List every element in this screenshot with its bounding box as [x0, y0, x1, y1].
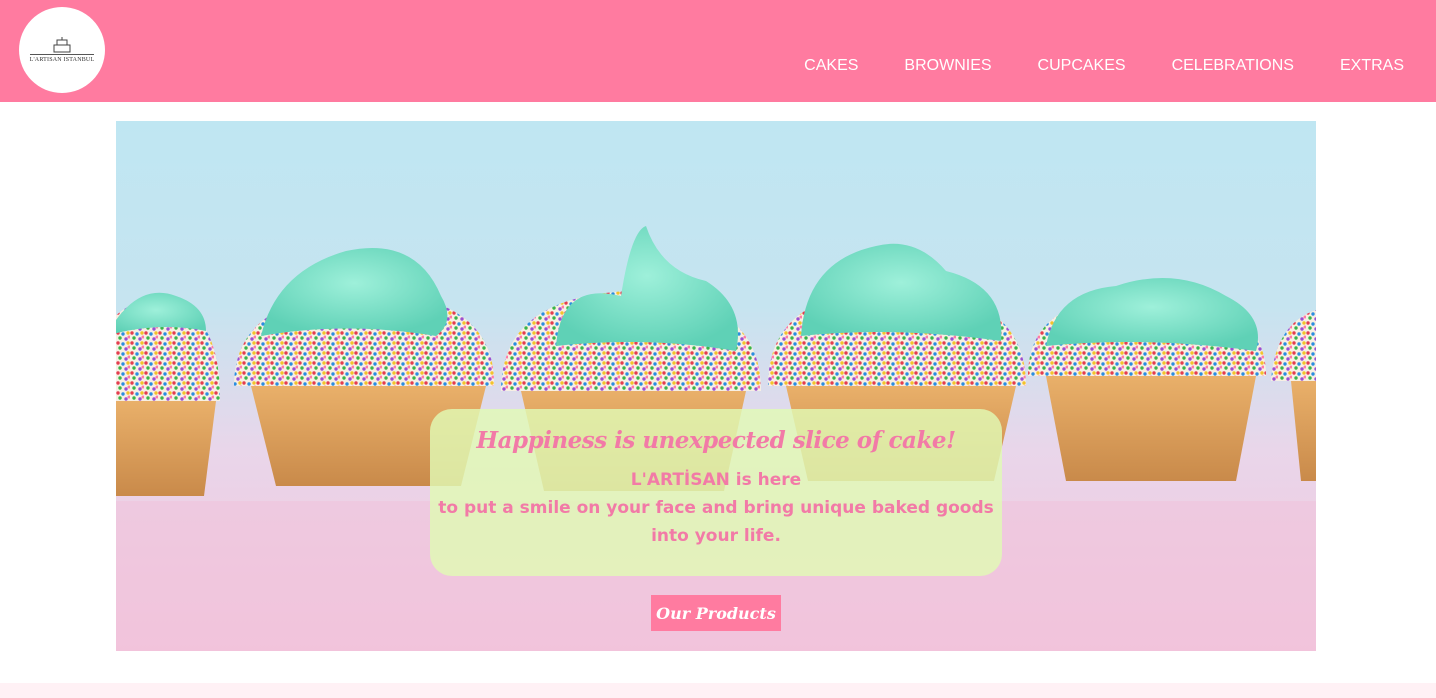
hero-message-box: Happiness is unexpected slice of cake! L…: [430, 409, 1002, 576]
next-section-edge: [0, 683, 1436, 698]
nav-link-cakes[interactable]: CAKES: [804, 56, 858, 76]
nav-link-cupcakes[interactable]: CUPCAKES: [1038, 56, 1126, 76]
hero-text-line-1: L'ARTİSAN is here: [630, 470, 802, 490]
top-navbar: L'ARTISAN ISTANBUL CAKES BROWNIES CUPCAK…: [0, 0, 1436, 102]
brand-logo[interactable]: L'ARTISAN ISTANBUL: [19, 7, 105, 93]
hero-tagline: Happiness is unexpected slice of cake!: [476, 427, 956, 454]
cake-icon: [53, 37, 71, 53]
nav-link-celebrations[interactable]: CELEBRATIONS: [1172, 56, 1294, 76]
brand-logo-text: L'ARTISAN ISTANBUL: [29, 54, 95, 63]
hero-banner: Happiness is unexpected slice of cake! L…: [116, 121, 1316, 651]
nav-link-brownies[interactable]: BROWNIES: [904, 56, 991, 76]
nav-link-extras[interactable]: EXTRAS: [1340, 56, 1404, 76]
hero-text-line-3: into your life.: [651, 526, 781, 546]
main-nav: CAKES BROWNIES CUPCAKES CELEBRATIONS EXT…: [758, 56, 1404, 76]
hero-text-line-2: to put a smile on your face and bring un…: [438, 498, 994, 518]
our-products-button[interactable]: Our Products: [651, 595, 781, 631]
